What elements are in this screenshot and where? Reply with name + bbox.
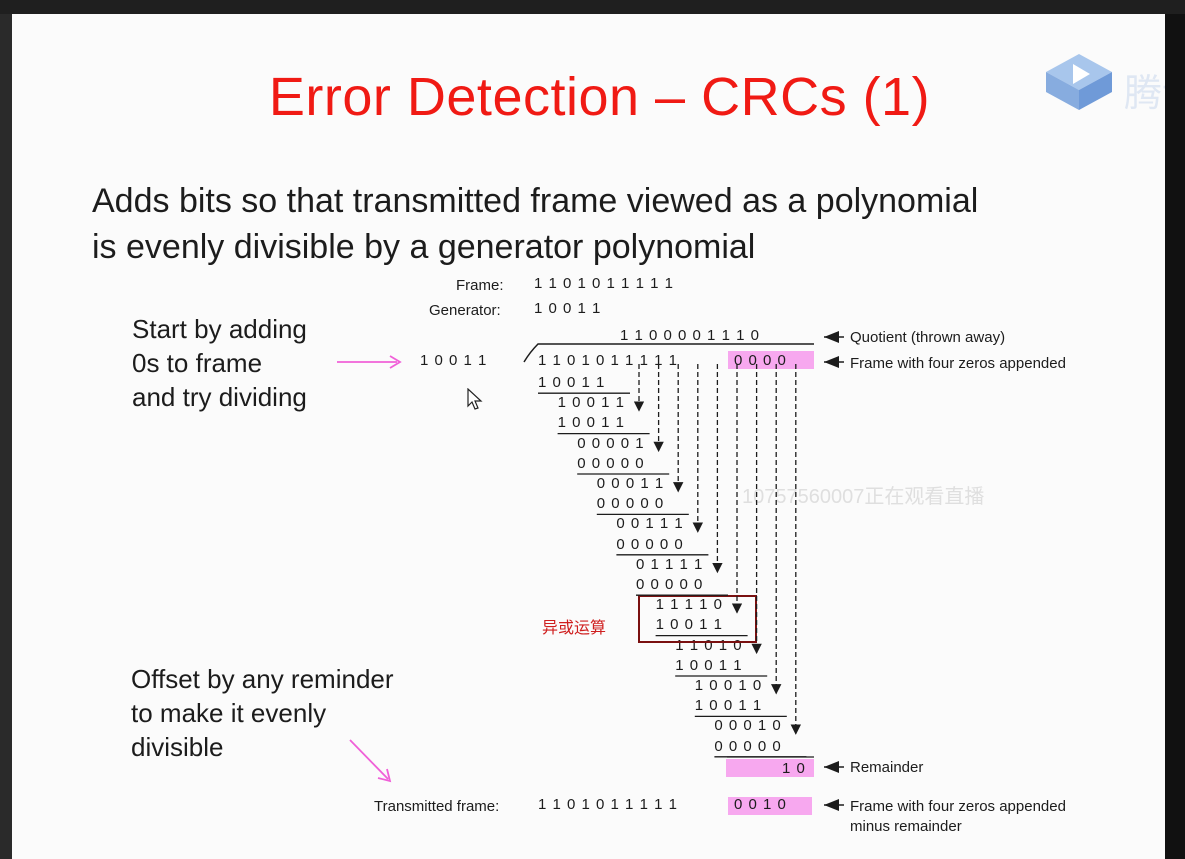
division-step-row: 1 0 0 1 1	[557, 394, 624, 412]
division-step-row: 0 0 0 1 1	[596, 475, 664, 492]
division-step-row: 0 0 0 0 0	[577, 454, 644, 472]
quotient-annotation: Quotient (thrown away)	[850, 329, 1006, 346]
slide: Error Detection – CRCs (1) Adds bits so …	[12, 14, 1165, 859]
division-step-row: 1 0 0 1 1	[675, 656, 742, 674]
side-note-offset-line: Offset by any reminder	[131, 664, 394, 694]
slide-title: Error Detection – CRCs (1)	[268, 67, 931, 127]
generator-label: Generator:	[429, 302, 501, 319]
division-step-row: 0 0 1 1 1	[616, 515, 683, 533]
remainder-annotation: Remainder	[850, 759, 924, 776]
quotient-bits: 1 1 0 0 0 0 1 1 1 0	[620, 327, 759, 344]
division-step-row: 0 1 1 1 1	[636, 555, 703, 573]
transmitted-annotation-2: minus remainder	[850, 818, 962, 835]
side-note-offset-line: divisible	[131, 732, 224, 762]
side-note-start-line: and try dividing	[132, 382, 307, 412]
division-step-row: 0 0 0 0 0	[616, 535, 683, 553]
generator-bits: 1 0 0 1 1	[534, 300, 601, 317]
xor-label: 异或运算	[542, 618, 607, 637]
division-step-row: 1 0 0 1 1	[557, 414, 624, 432]
intro-line-2: is evenly divisible by a generator polyn…	[92, 228, 756, 266]
division-step-row: 0 0 0 0 0	[596, 495, 664, 513]
logo-text: 腾讯	[1124, 71, 1165, 115]
appended-zeros: 0 0 0 0	[734, 352, 786, 369]
division-step-row: 0 0 0 0 0	[714, 737, 781, 755]
frame-bits: 1 1 0 1 0 1 1 1 1 1	[534, 275, 673, 292]
frame-label: Frame:	[456, 277, 504, 294]
right-edge-bar	[1165, 14, 1185, 859]
viewer-watermark: 10757560007正在观看直播	[742, 486, 985, 508]
play-logo-icon	[1044, 52, 1114, 117]
remainder-bits: 1 0	[782, 760, 805, 777]
frame-zeros-annotation: Frame with four zeros appended	[850, 355, 1066, 372]
division-step-row: 1 0 0 1 0	[694, 677, 762, 694]
xor-box	[638, 595, 757, 643]
side-note-start-line: 0s to frame	[132, 348, 263, 378]
division-step-row: 1 0 0 1 1	[538, 374, 605, 391]
top-window-bar	[0, 0, 1185, 14]
division-step-row: 0 0 0 1 0	[714, 717, 781, 735]
side-note-start-line: Start by adding	[132, 314, 307, 344]
division-step-row: 0 0 0 0 0	[636, 576, 703, 593]
mouse-cursor-icon	[467, 387, 483, 417]
intro-line-1: Adds bits so that transmitted frame view…	[92, 182, 979, 220]
side-note-offset: Offset by any reminder to make it evenly…	[131, 662, 394, 764]
divisor-bits: 1 0 0 1 1	[420, 352, 487, 369]
transmitted-bits: 1 1 0 1 0 1 1 1 1 1	[538, 796, 677, 813]
division-step-row: 1 0 0 1 1	[694, 697, 762, 715]
dividend-bits: 1 1 0 1 0 1 1 1 1 1	[538, 352, 677, 369]
side-note-offset-line: to make it evenly	[131, 698, 327, 728]
transmitted-annotation-1: Frame with four zeros appended	[850, 798, 1066, 815]
transmitted-tail-bits: 0 0 1 0	[734, 796, 786, 813]
side-note-start: Start by adding 0s to frame and try divi…	[132, 312, 307, 414]
transmitted-label: Transmitted frame:	[374, 798, 500, 815]
division-step-row: 0 0 0 0 1	[577, 434, 644, 452]
